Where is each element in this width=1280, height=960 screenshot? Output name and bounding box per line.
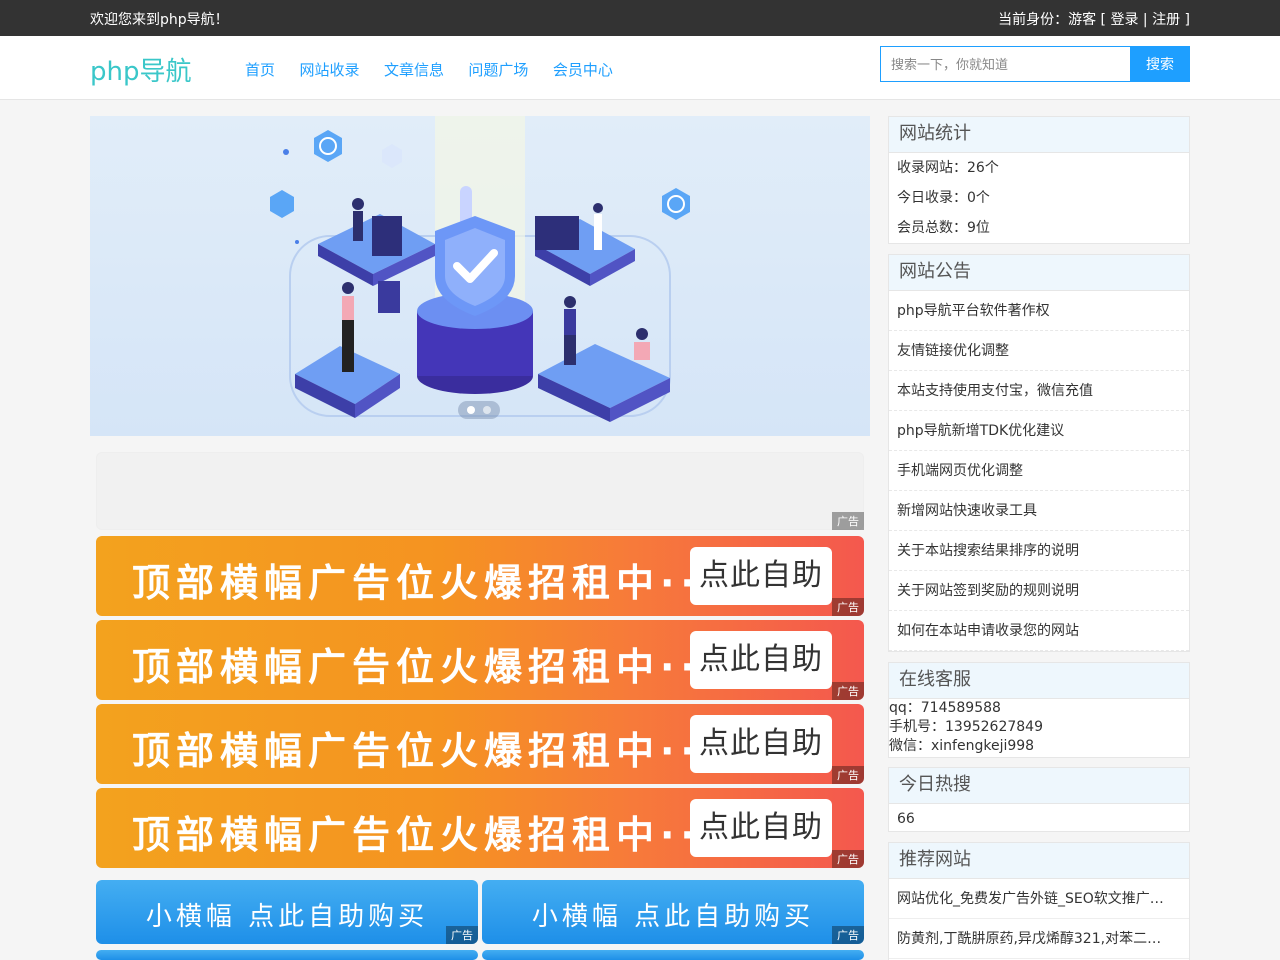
- notice-item[interactable]: 友情链接优化调整: [889, 331, 1189, 371]
- ad-banner-3[interactable]: 顶部横幅广告位火爆招租中······ 点此自助购买 广告: [96, 704, 864, 784]
- notice-item[interactable]: 如何在本站申请收录您的网站: [889, 611, 1189, 651]
- ad-slot-empty[interactable]: 广告: [96, 452, 864, 530]
- search-box: 搜索: [880, 46, 1190, 82]
- carousel-indicator: [458, 401, 500, 419]
- ad-tag: 广告: [446, 926, 478, 944]
- notice-item[interactable]: 关于本站搜索结果排序的说明: [889, 531, 1189, 571]
- search-button[interactable]: 搜索: [1130, 46, 1190, 82]
- nav-questions[interactable]: 问题广场: [468, 61, 528, 79]
- notice-item[interactable]: php导航平台软件著作权: [889, 291, 1189, 331]
- stat-members: 会员总数：9位: [897, 220, 990, 236]
- ad-tag: 广告: [832, 512, 864, 530]
- service-wechat: 微信：xinfengkeji998: [889, 738, 1035, 754]
- hot-search-title: 今日热搜: [889, 768, 1189, 804]
- carousel-dot-2[interactable]: [483, 406, 491, 414]
- identity-prefix: 当前身份：游客 [: [998, 12, 1111, 28]
- nav-articles[interactable]: 文章信息: [384, 61, 444, 79]
- notice-item[interactable]: php导航新增TDK优化建议: [889, 411, 1189, 451]
- nav-member-center[interactable]: 会员中心: [553, 61, 613, 79]
- site-stats-box: 网站统计 收录网站：26个 今日收录：0个 会员总数：9位: [888, 116, 1190, 244]
- service-qq: qq：714589588: [889, 700, 1001, 716]
- ad-banner-text: 顶部横幅广告位火爆招租中······: [132, 561, 783, 605]
- site-header: php导航 首页 网站收录 文章信息 问题广场 会员中心 搜索: [0, 36, 1280, 100]
- login-link[interactable]: 登录: [1110, 12, 1138, 28]
- register-link[interactable]: 注册: [1152, 12, 1180, 28]
- nav-site-submit[interactable]: 网站收录: [299, 61, 359, 79]
- ad-banner-4[interactable]: 顶部横幅广告位火爆招租中······ 点此自助购买 广告: [96, 788, 864, 868]
- ad-tag: 广告: [832, 926, 864, 944]
- ad-banner-1[interactable]: 顶部横幅广告位火爆招租中······ 点此自助购买 广告: [96, 536, 864, 616]
- online-service-title: 在线客服: [889, 663, 1189, 699]
- notice-item[interactable]: 手机端网页优化调整: [889, 451, 1189, 491]
- welcome-text: 欢迎您来到php导航！: [90, 12, 229, 28]
- search-input[interactable]: [880, 46, 1130, 82]
- identity-separator: |: [1138, 12, 1153, 28]
- recommend-title: 推荐网站: [889, 843, 1189, 879]
- top-bar: 欢迎您来到php导航！ 当前身份：游客 [ 登录 | 注册 ]: [0, 0, 1280, 36]
- ad-buy-button[interactable]: 点此自助购买: [690, 547, 832, 605]
- ad-tag: 广告: [832, 682, 864, 700]
- ad-tag: 广告: [832, 850, 864, 868]
- ad-small-2[interactable]: 小横幅 点此自助购买 广告: [482, 880, 864, 944]
- recommend-item[interactable]: 防黄剂,丁酰肼原药,异戊烯醇321,对苯二酚生产厂家: [889, 919, 1189, 959]
- notice-title: 网站公告: [889, 255, 1189, 291]
- ad-banner-2[interactable]: 顶部横幅广告位火爆招租中······ 点此自助购买 广告: [96, 620, 864, 700]
- notice-item[interactable]: 新增网站快速收录工具: [889, 491, 1189, 531]
- hot-search-item[interactable]: 66: [889, 804, 1189, 834]
- site-logo[interactable]: php导航: [90, 51, 192, 88]
- ad-small-4[interactable]: [482, 950, 864, 960]
- recommend-item[interactable]: 网站优化_免费发广告外链_SEO软文推广平台: [889, 879, 1189, 919]
- ad-small-1[interactable]: 小横幅 点此自助购买 广告: [96, 880, 478, 944]
- notice-box: 网站公告 php导航平台软件著作权 友情链接优化调整 本站支持使用支付宝，微信充…: [888, 254, 1190, 652]
- ad-buy-button[interactable]: 点此自助购买: [690, 631, 832, 689]
- ad-tag: 广告: [832, 598, 864, 616]
- stat-total-sites: 收录网站：26个: [897, 160, 999, 176]
- notice-item[interactable]: 关于网站签到奖励的规则说明: [889, 571, 1189, 611]
- main-nav: 首页 网站收录 文章信息 问题广场 会员中心: [245, 59, 633, 80]
- ad-buy-button[interactable]: 点此自助购买: [690, 715, 832, 773]
- ad-small-3[interactable]: [96, 950, 478, 960]
- banner-carousel[interactable]: [90, 116, 870, 436]
- ad-small-text: 小横幅 点此自助购买: [145, 902, 429, 932]
- ad-small-text: 小横幅 点此自助购买: [531, 902, 815, 932]
- ad-tag: 广告: [832, 766, 864, 784]
- site-stats-title: 网站统计: [889, 117, 1189, 153]
- banner-illustration: [270, 116, 690, 422]
- identity-suffix: ]: [1180, 12, 1190, 28]
- ad-banner-text: 顶部横幅广告位火爆招租中······: [132, 813, 783, 857]
- ad-banner-text: 顶部横幅广告位火爆招租中······: [132, 729, 783, 773]
- stat-today-sites: 今日收录：0个: [897, 190, 990, 206]
- carousel-dot-1[interactable]: [467, 406, 475, 414]
- ad-banner-text: 顶部横幅广告位火爆招租中······: [132, 645, 783, 689]
- service-phone: 手机号：13952627849: [889, 719, 1043, 735]
- identity-status: 当前身份：游客 [ 登录 | 注册 ]: [998, 9, 1190, 29]
- recommend-box: 推荐网站 网站优化_免费发广告外链_SEO软文推广平台 防黄剂,丁酰肼原药,异戊…: [888, 842, 1190, 960]
- ad-buy-button[interactable]: 点此自助购买: [690, 799, 832, 857]
- hot-search-box: 今日热搜 66: [888, 767, 1190, 832]
- online-service-box: 在线客服 qq：714589588 手机号：13952627849 微信：xin…: [888, 662, 1190, 758]
- notice-item[interactable]: 本站支持使用支付宝，微信充值: [889, 371, 1189, 411]
- nav-home[interactable]: 首页: [245, 61, 275, 79]
